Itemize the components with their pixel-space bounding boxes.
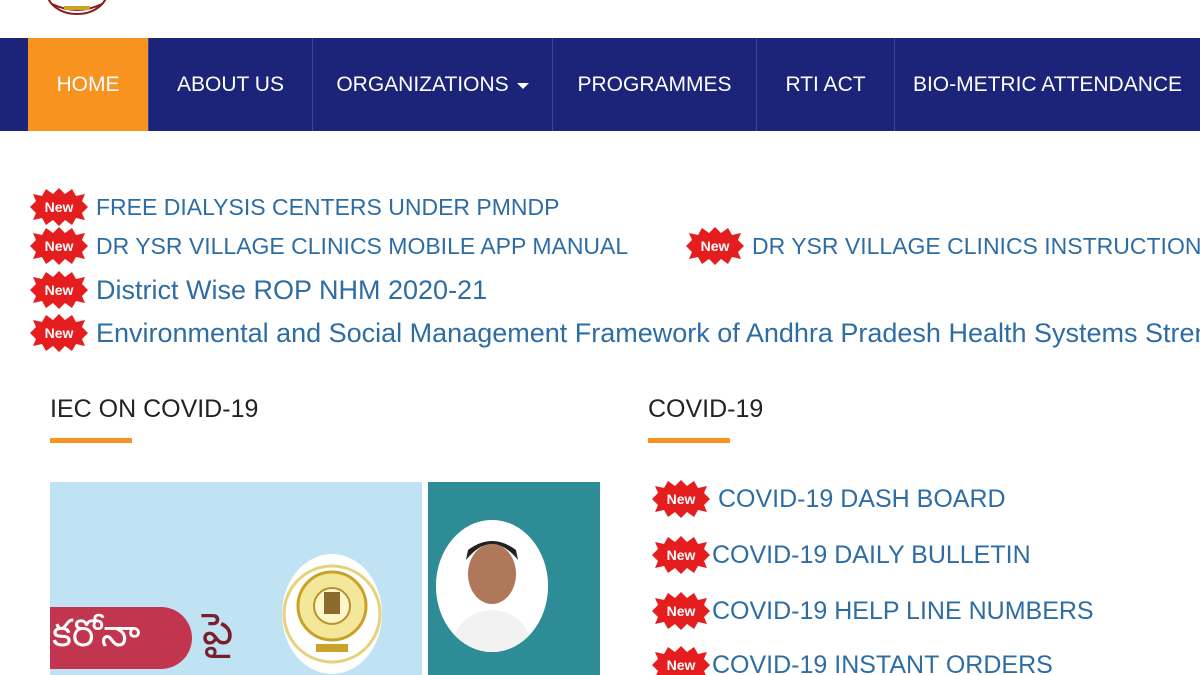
svg-text:New: New: [667, 547, 696, 563]
new-badge-icon: New: [650, 536, 712, 574]
nav-biometric-attendance-label: BIO-METRIC ATTENDANCE: [912, 72, 1183, 96]
new-badge-icon: New: [650, 480, 712, 518]
covid-title-underline: [648, 438, 730, 443]
news-link[interactable]: DR YSR VILLAGE CLINICS MOBILE APP MANUAL: [96, 233, 628, 260]
svg-text:New: New: [667, 603, 696, 619]
nav-programmes[interactable]: PROGRAMMES: [553, 38, 757, 131]
svg-text:New: New: [45, 238, 74, 254]
state-emblem-logo[interactable]: [46, 0, 108, 16]
nav-about-us[interactable]: ABOUT US: [149, 38, 313, 131]
news-link[interactable]: District Wise ROP NHM 2020-21: [96, 275, 487, 306]
banner-left-panel: కరోనా పై: [50, 482, 422, 675]
covid-link-item[interactable]: New COVID-19 DASH BOARD: [650, 480, 1006, 518]
covid-daily-bulletin-link[interactable]: COVID-19 DAILY BULLETIN: [712, 541, 1031, 570]
banner-right-panel: [428, 482, 600, 675]
news-link[interactable]: DR YSR VILLAGE CLINICS INSTRUCTIONS: [752, 233, 1200, 260]
portrait-photo: [436, 520, 548, 652]
covid-dashboard-link[interactable]: COVID-19 DASH BOARD: [718, 485, 1006, 514]
news-item[interactable]: New District Wise ROP NHM 2020-21: [28, 271, 487, 309]
nav-biometric-attendance[interactable]: BIO-METRIC ATTENDANCE: [895, 38, 1200, 131]
covid-link-item[interactable]: New COVID-19 DAILY BULLETIN: [650, 536, 1031, 574]
nav-rti-act[interactable]: RTI ACT: [757, 38, 895, 131]
covid-link-item[interactable]: New COVID-19 HELP LINE NUMBERS: [650, 592, 1094, 630]
iec-title-underline: [50, 438, 132, 443]
news-item[interactable]: New FREE DIALYSIS CENTERS UNDER PMNDP: [28, 188, 559, 226]
svg-text:New: New: [45, 282, 74, 298]
banner-pill: కరోనా: [50, 607, 192, 669]
nav-programmes-label: PROGRAMMES: [577, 72, 732, 96]
nav-home-label: HOME: [56, 72, 120, 96]
news-link[interactable]: FREE DIALYSIS CENTERS UNDER PMNDP: [96, 194, 559, 221]
iec-section-title: IEC ON COVID-19: [50, 395, 259, 423]
nav-organizations[interactable]: ORGANIZATIONS: [313, 38, 553, 131]
new-badge-icon: New: [650, 646, 712, 675]
ap-emblem-icon: [282, 554, 382, 674]
new-badge-icon: New: [28, 188, 90, 226]
new-badge-icon: New: [684, 227, 746, 265]
banner-telugu-text: పై: [202, 604, 234, 655]
main-navbar: HOME ABOUT US ORGANIZATIONS PROGRAMMES R…: [0, 38, 1200, 131]
chevron-down-icon: [516, 83, 529, 89]
nav-home[interactable]: HOME: [28, 38, 149, 131]
svg-text:New: New: [45, 199, 74, 215]
new-badge-icon: New: [28, 227, 90, 265]
news-link[interactable]: Environmental and Social Management Fram…: [96, 318, 1200, 349]
svg-text:New: New: [667, 657, 696, 673]
nav-rti-act-label: RTI ACT: [785, 72, 866, 96]
iec-banner[interactable]: కరోనా పై: [50, 482, 600, 675]
nav-about-us-label: ABOUT US: [177, 72, 284, 96]
nav-organizations-label: ORGANIZATIONS: [336, 72, 509, 96]
covid-link-item[interactable]: New COVID-19 INSTANT ORDERS: [650, 646, 1053, 675]
svg-text:New: New: [45, 325, 74, 341]
news-item[interactable]: New Environmental and Social Management …: [28, 314, 1200, 352]
header-strip: [0, 0, 1200, 38]
new-badge-icon: New: [650, 592, 712, 630]
svg-text:New: New: [667, 491, 696, 507]
new-badge-icon: New: [28, 271, 90, 309]
news-item[interactable]: New DR YSR VILLAGE CLINICS INSTRUCTIONS: [684, 227, 1200, 265]
covid-instant-orders-link[interactable]: COVID-19 INSTANT ORDERS: [712, 651, 1053, 675]
svg-text:New: New: [701, 238, 730, 254]
news-item[interactable]: New DR YSR VILLAGE CLINICS MOBILE APP MA…: [28, 227, 628, 265]
covid-section-title: COVID-19: [648, 395, 764, 423]
new-badge-icon: New: [28, 314, 90, 352]
covid-helpline-link[interactable]: COVID-19 HELP LINE NUMBERS: [712, 597, 1094, 626]
